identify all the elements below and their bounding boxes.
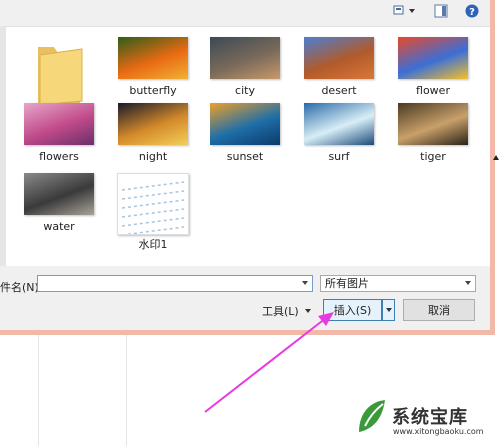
leaf-logo-icon (359, 400, 385, 432)
annotation-arrow (204, 312, 334, 413)
watermark-name: 系统宝库 (392, 407, 468, 428)
watermark-url: www.xitongbaoku.com (393, 427, 484, 436)
